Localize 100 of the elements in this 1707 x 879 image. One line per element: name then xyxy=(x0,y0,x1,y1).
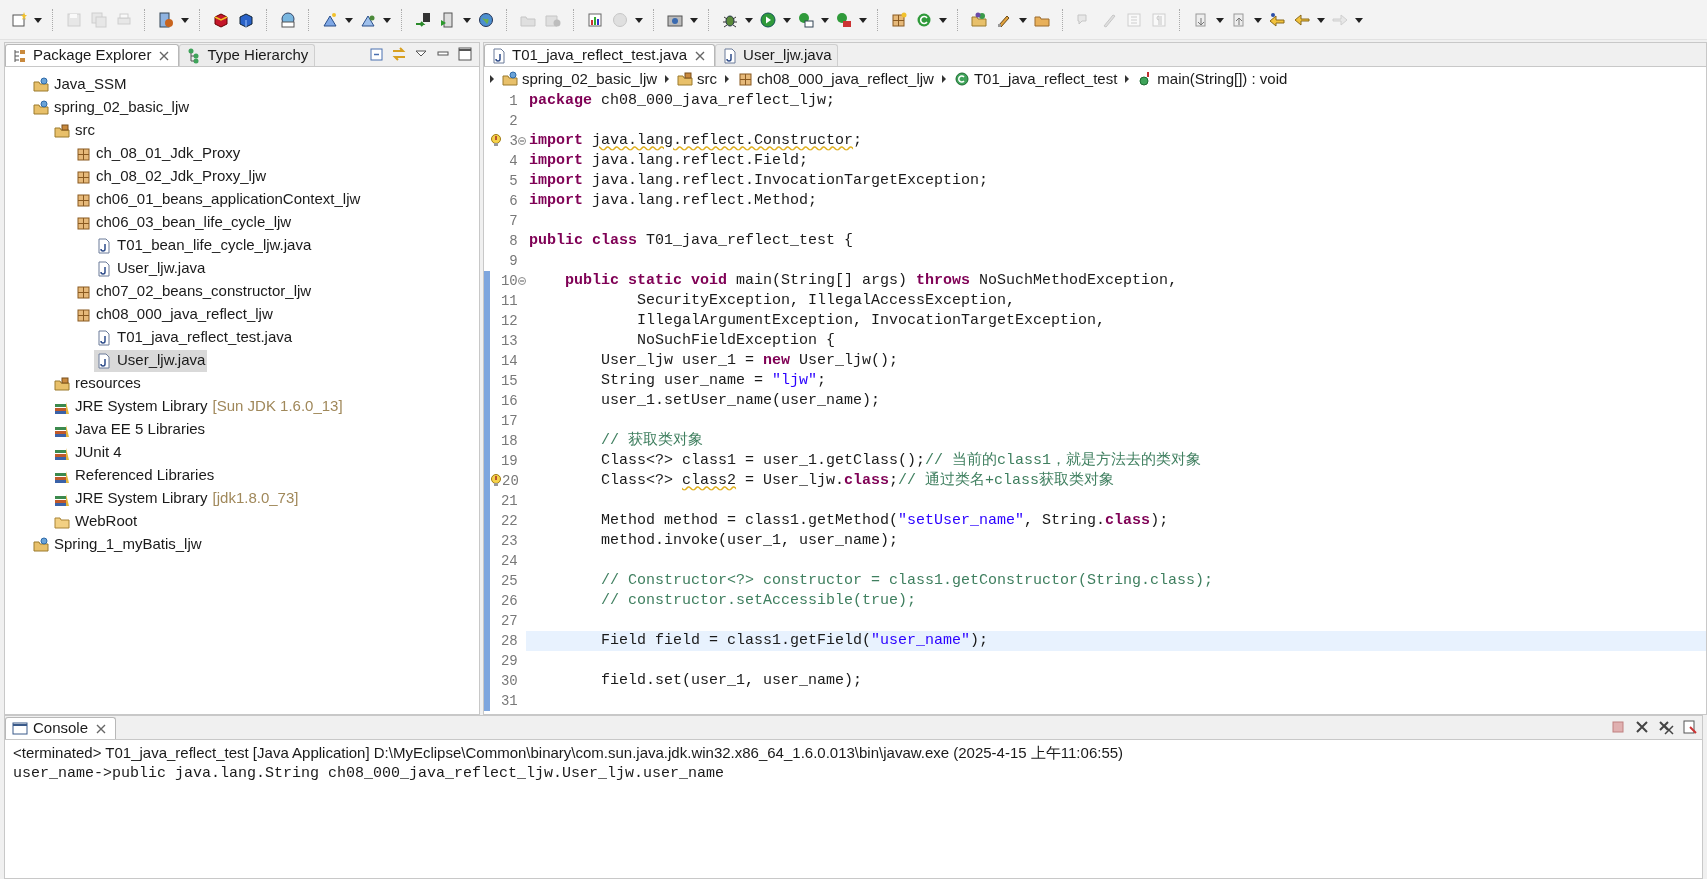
tree-item[interactable]: Java EE 5 Libraries xyxy=(52,418,208,441)
line-number: 25 xyxy=(500,571,518,591)
project-folder-icon xyxy=(502,71,518,87)
grid-icon[interactable] xyxy=(891,11,907,28)
tree-item[interactable]: ch06_03_bean_life_cycle_ljw xyxy=(73,211,294,234)
class-icon xyxy=(953,71,970,87)
package-icon xyxy=(75,191,91,208)
code-line: method.invoke(user_1, user_name); xyxy=(600,531,900,551)
chart-icon[interactable] xyxy=(587,11,603,28)
breadcrumb-item[interactable]: T01_java_reflect_test xyxy=(953,67,1118,91)
cube-icon[interactable] xyxy=(238,11,254,28)
package-folder-icon xyxy=(54,375,70,392)
tree-item[interactable]: T01_bean_life_cycle_ljw.java xyxy=(94,234,314,257)
console-status: <terminated> T01_java_reflect_test [Java Application] D:\MyEclipse\Common\binary\com.sun.java.jdk.win32.x86_64_1.6.0.013\bin\javaw.exe (2025-4-15 上午11:06:55) xyxy=(13,743,1125,763)
line-number: 9 xyxy=(508,251,518,271)
code-line: String user_name = "ljw"; xyxy=(600,371,828,391)
tree-item[interactable]: Spring_1_myBatis_ljw xyxy=(31,533,204,556)
line-number: 15 xyxy=(500,371,518,391)
project-folder-icon xyxy=(33,536,49,553)
java-file-icon xyxy=(491,47,507,64)
code-line: // 获取类对象 xyxy=(600,431,705,451)
code-line: User_ljw user_1 = new User_ljw(); xyxy=(600,351,900,371)
view-tab[interactable]: Package Explorer xyxy=(5,44,180,66)
back-icon[interactable] xyxy=(1294,11,1310,28)
breadcrumb-item[interactable]: main(String[]) : void xyxy=(1137,67,1288,91)
breadcrumb-item[interactable]: spring_02_basic_ljw xyxy=(502,67,658,91)
line-number: 23 xyxy=(500,531,518,551)
line-number: 6 xyxy=(508,191,518,211)
package-icon xyxy=(75,214,91,231)
tree-item[interactable]: JUnit 4 xyxy=(52,441,124,464)
server-icon[interactable] xyxy=(158,11,174,28)
line-number: 26 xyxy=(500,591,518,611)
tree-item[interactable]: Java_SSM xyxy=(31,73,129,96)
code-line: Method method = class1.getMethod("setUser_name", String.class); xyxy=(600,511,1170,531)
clear-console-icon[interactable] xyxy=(1682,719,1698,735)
tree-item[interactable]: JRE System Library [jdk1.8.0_73] xyxy=(52,487,301,510)
line-number: 27 xyxy=(500,611,518,631)
code-line: import java.lang.reflect.Constructor; xyxy=(528,131,864,151)
code-line: Class<?> class1 = user_1.getClass();// 当前的class1，就是方法去的类对象 xyxy=(600,451,1203,471)
view-tab[interactable]: T01_java_reflect_test.java xyxy=(484,44,716,66)
project-folder-icon xyxy=(33,99,49,116)
line-number: 31 xyxy=(500,691,518,711)
tree-item[interactable]: WebRoot xyxy=(52,510,140,533)
run-icon[interactable] xyxy=(760,11,776,28)
line-number: 2 xyxy=(508,111,518,131)
line-number: 14 xyxy=(500,351,518,371)
code-line: IllegalArgumentException, InvocationTargetException, xyxy=(636,311,1107,331)
code-line: field.set(user_1, user_name); xyxy=(600,671,864,691)
remove-icon[interactable] xyxy=(1634,719,1650,735)
package-explorer-icon xyxy=(12,47,28,64)
remove-all-icon[interactable] xyxy=(1658,719,1674,735)
view-tab[interactable]: User_ljw.java xyxy=(715,44,839,66)
line-number: 3 xyxy=(508,131,518,151)
tree-item[interactable]: JRE System Library [Sun JDK 1.6.0_13] xyxy=(52,395,345,418)
run-server-icon[interactable] xyxy=(440,11,456,28)
tree-item[interactable]: ch08_000_java_reflect_ljw xyxy=(73,303,275,326)
cube-icon[interactable] xyxy=(213,11,229,28)
tree-item[interactable]: Referenced Libraries xyxy=(52,464,217,487)
line-number: 24 xyxy=(500,551,518,571)
tree-item[interactable]: resources xyxy=(52,372,143,395)
folder-icon[interactable] xyxy=(971,11,987,28)
warning-bulb-icon[interactable] xyxy=(490,473,502,489)
line-number: 10 xyxy=(500,271,518,291)
line-number: 12 xyxy=(500,311,518,331)
code-line: package ch08_000_java_reflect_ljw; xyxy=(528,91,837,111)
tree-item[interactable]: ch06_01_beans_applicationContext_ljw xyxy=(73,188,363,211)
tree-item[interactable]: ch_08_01_Jdk_Proxy xyxy=(73,142,243,165)
warning-bulb-icon[interactable] xyxy=(490,133,502,149)
line-number: 29 xyxy=(500,651,518,671)
next-annotation-icon[interactable] xyxy=(1193,11,1209,28)
package-icon xyxy=(75,145,91,162)
tree-item[interactable]: User_ljw.java xyxy=(94,257,208,280)
tree-item[interactable]: User_ljw.java xyxy=(94,349,208,372)
java-file-icon xyxy=(96,237,112,254)
line-number: 13 xyxy=(500,331,518,351)
breadcrumb-item[interactable]: ch08_000_java_reflect_ljw xyxy=(737,67,934,91)
line-number: 5 xyxy=(508,171,518,191)
tree-item[interactable]: T01_java_reflect_test.java xyxy=(94,326,295,349)
collapse-all-icon[interactable] xyxy=(369,46,385,62)
tree-item[interactable]: ch07_02_beans_constructor_ljw xyxy=(73,280,314,303)
package-icon xyxy=(737,71,754,87)
line-number: 8 xyxy=(508,231,518,251)
line-number: 21 xyxy=(500,491,518,511)
tree-item[interactable]: src xyxy=(52,119,97,142)
refresh-icon[interactable] xyxy=(916,11,932,28)
line-number: 1 xyxy=(508,91,518,111)
line-number: 4 xyxy=(508,151,518,171)
breadcrumb-item[interactable]: src xyxy=(677,67,718,91)
code-line: public static void main(String[] args) throws NoSuchMethodException, xyxy=(564,271,1179,291)
maximize-icon[interactable] xyxy=(457,46,473,62)
view-tab[interactable]: Type Hierarchy xyxy=(179,44,316,66)
line-number: 22 xyxy=(500,511,518,531)
tree-item[interactable]: spring_02_basic_ljw xyxy=(31,96,192,119)
console-output: user_name->public java.lang.String ch08_000_java_reflect_ljw.User_ljw.user_name xyxy=(13,764,726,784)
project-folder-icon xyxy=(33,76,49,93)
previous-annotation-icon[interactable] xyxy=(1231,11,1247,28)
line-number: 17 xyxy=(500,411,518,431)
java-file-icon xyxy=(96,329,112,346)
tree-item[interactable]: ch_08_02_Jdk_Proxy_ljw xyxy=(73,165,269,188)
view-tab[interactable]: Console xyxy=(5,717,117,739)
